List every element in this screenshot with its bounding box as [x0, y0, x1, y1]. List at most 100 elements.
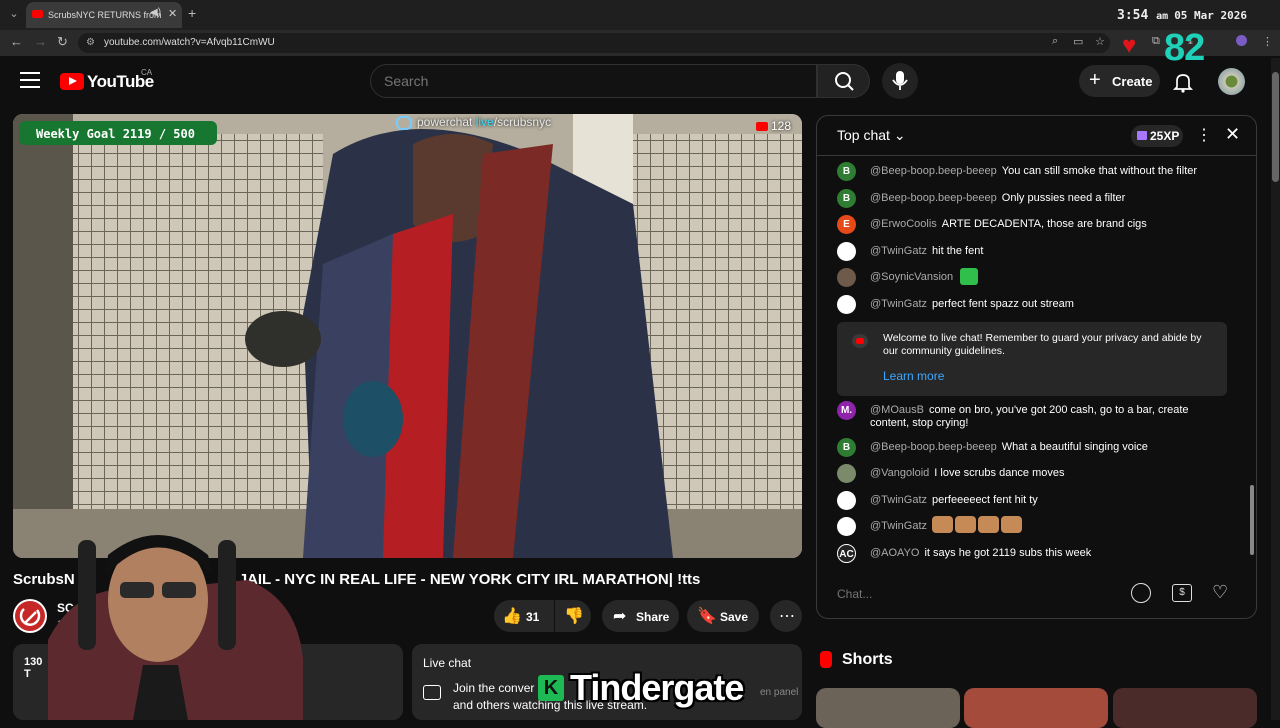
- weekly-goal-badge: Weekly Goal 2119 / 500: [19, 121, 217, 145]
- open-panel-button[interactable]: en panel: [760, 687, 798, 698]
- more-actions-button[interactable]: ⋯: [770, 600, 802, 632]
- chat-bubble-icon: [423, 685, 441, 700]
- youtube-small-icon: [756, 122, 768, 131]
- channel-avatar[interactable]: [13, 599, 47, 633]
- streamer-webcam-overlay: [48, 520, 303, 720]
- chat-text: ARTE DECADENTA, those are brand cigs: [941, 218, 1147, 230]
- url-text[interactable]: youtube.com/watch?v=Afvqb11CmWU: [104, 37, 275, 48]
- site-info-icon[interactable]: ⚙: [86, 37, 95, 48]
- chat-input[interactable]: [837, 580, 1127, 608]
- chat-avatar[interactable]: [837, 517, 856, 536]
- chat-close-icon[interactable]: ✕: [1225, 124, 1240, 145]
- chat-avatar[interactable]: [837, 464, 856, 483]
- video-player[interactable]: [13, 114, 802, 558]
- chat-author[interactable]: @Beep-boop.beep-beeep: [870, 441, 997, 453]
- live-chat-card-title: Live chat: [423, 656, 472, 670]
- zoom-icon[interactable]: ⌕: [1052, 35, 1058, 48]
- short-thumbnail[interactable]: [816, 688, 960, 728]
- browser-menu-icon[interactable]: ⋮: [1262, 35, 1273, 48]
- microphone-icon: [892, 71, 908, 90]
- viewer-count: 128: [771, 119, 792, 133]
- new-tab-icon[interactable]: +: [188, 5, 196, 21]
- chat-text: hit the fent: [932, 245, 984, 257]
- praying-hands-emoji-icon: [932, 516, 953, 533]
- forward-icon[interactable]: →: [34, 34, 47, 49]
- browser-tab[interactable]: ScrubsNYC RETURNS from ◀) ✕: [26, 2, 182, 28]
- search-input[interactable]: [370, 64, 817, 98]
- description-views: 130: [24, 656, 43, 668]
- share-button[interactable]: ➦ Share: [602, 600, 679, 632]
- save-label: Save: [720, 610, 749, 624]
- xp-badge[interactable]: 25XP: [1131, 125, 1183, 147]
- chat-avatar[interactable]: E: [837, 215, 856, 234]
- chat-text: it says he got 2119 subs this week: [924, 547, 1092, 559]
- chat-author[interactable]: @TwinGatz: [870, 520, 927, 532]
- chat-author[interactable]: @TwinGatz: [870, 245, 927, 257]
- back-icon[interactable]: ←: [10, 34, 23, 49]
- install-icon[interactable]: ▭: [1073, 35, 1083, 48]
- chevron-down-icon: ⌄: [893, 127, 906, 143]
- chat-avatar[interactable]: M.: [837, 401, 856, 420]
- audio-icon[interactable]: ◀): [150, 7, 161, 18]
- chat-avatar[interactable]: [837, 491, 856, 510]
- chat-text: perfeeeeect fent hit ty: [932, 494, 1038, 506]
- account-avatar[interactable]: [1218, 68, 1245, 95]
- shorts-logo-icon: [820, 651, 832, 668]
- chat-author[interactable]: @SoynicVansion: [870, 271, 953, 283]
- page-scrollbar-thumb[interactable]: [1272, 72, 1279, 182]
- chat-author[interactable]: @TwinGatz: [870, 298, 927, 310]
- hamburger-menu-icon[interactable]: [20, 72, 40, 90]
- powerchat-live: live: [475, 115, 494, 129]
- youtube-favicon-icon: [32, 10, 43, 18]
- description-line2: T: [24, 668, 31, 680]
- like-button[interactable]: 👍 31: [494, 600, 554, 632]
- heart-reaction-icon[interactable]: ♡: [1212, 582, 1228, 603]
- top-chat-dropdown[interactable]: Top chat ⌄: [837, 127, 906, 144]
- profile-icon[interactable]: [1236, 35, 1247, 46]
- share-icon: ➦: [613, 608, 627, 625]
- viewer-count-badge: 128: [756, 119, 791, 133]
- chat-scrollbar[interactable]: [1250, 485, 1254, 555]
- voice-search-button[interactable]: [882, 63, 918, 99]
- chat-avatar[interactable]: AC: [837, 544, 856, 563]
- chat-author[interactable]: @TwinGatz: [870, 494, 927, 506]
- chat-author[interactable]: @ErwoCoolis: [870, 218, 937, 230]
- extensions-icon[interactable]: ⧉: [1152, 35, 1160, 48]
- video-title-end: JAIL - NYC IN REAL LIFE - NEW YORK CITY …: [238, 571, 701, 588]
- overlay-clock: 3:54 am 05 Mar 2026: [1117, 8, 1247, 23]
- video-frame: [13, 114, 802, 558]
- chat-avatar[interactable]: B: [837, 438, 856, 457]
- notifications-bell-icon[interactable]: [1172, 71, 1194, 93]
- super-chat-icon[interactable]: $: [1172, 584, 1192, 602]
- search-button[interactable]: [817, 64, 870, 98]
- chat-author[interactable]: @AOAYO: [870, 547, 919, 559]
- search-icon: [835, 72, 854, 91]
- chat-avatar[interactable]: B: [837, 162, 856, 181]
- dislike-button[interactable]: 👎: [555, 600, 591, 632]
- short-thumbnail[interactable]: [964, 688, 1108, 728]
- chat-author[interactable]: @MOausB: [870, 404, 924, 416]
- chat-author[interactable]: @Beep-boop.beep-beeep: [870, 165, 997, 177]
- save-button[interactable]: 🔖 Save: [687, 600, 759, 632]
- tab-search-chevron-icon[interactable]: ⌄: [6, 6, 22, 22]
- chat-author[interactable]: @Beep-boop.beep-beeep: [870, 192, 997, 204]
- hammer-sickle-icon: [15, 601, 45, 631]
- youtube-logo-icon[interactable]: [60, 73, 84, 90]
- learn-more-link[interactable]: Learn more: [883, 369, 944, 383]
- thumbs-down-icon: 👎: [564, 608, 584, 625]
- emoji-icon[interactable]: [1131, 583, 1151, 603]
- short-thumbnail[interactable]: [1113, 688, 1257, 728]
- create-button[interactable]: + Create: [1079, 65, 1160, 97]
- chat-avatar[interactable]: [837, 268, 856, 287]
- chat-more-icon[interactable]: ⋮: [1196, 125, 1212, 145]
- bookmark-icon: 🔖: [697, 608, 717, 625]
- chat-avatar[interactable]: B: [837, 189, 856, 208]
- chat-text: perfect fent spazz out stream: [932, 298, 1074, 310]
- reload-icon[interactable]: ↻: [57, 34, 68, 50]
- chat-author[interactable]: @Vangoloid: [870, 467, 929, 479]
- region-code: CA: [141, 68, 153, 77]
- close-tab-icon[interactable]: ✕: [168, 7, 177, 20]
- chat-avatar[interactable]: [837, 295, 856, 314]
- chat-avatar[interactable]: [837, 242, 856, 261]
- bookmark-star-icon[interactable]: ☆: [1095, 35, 1105, 48]
